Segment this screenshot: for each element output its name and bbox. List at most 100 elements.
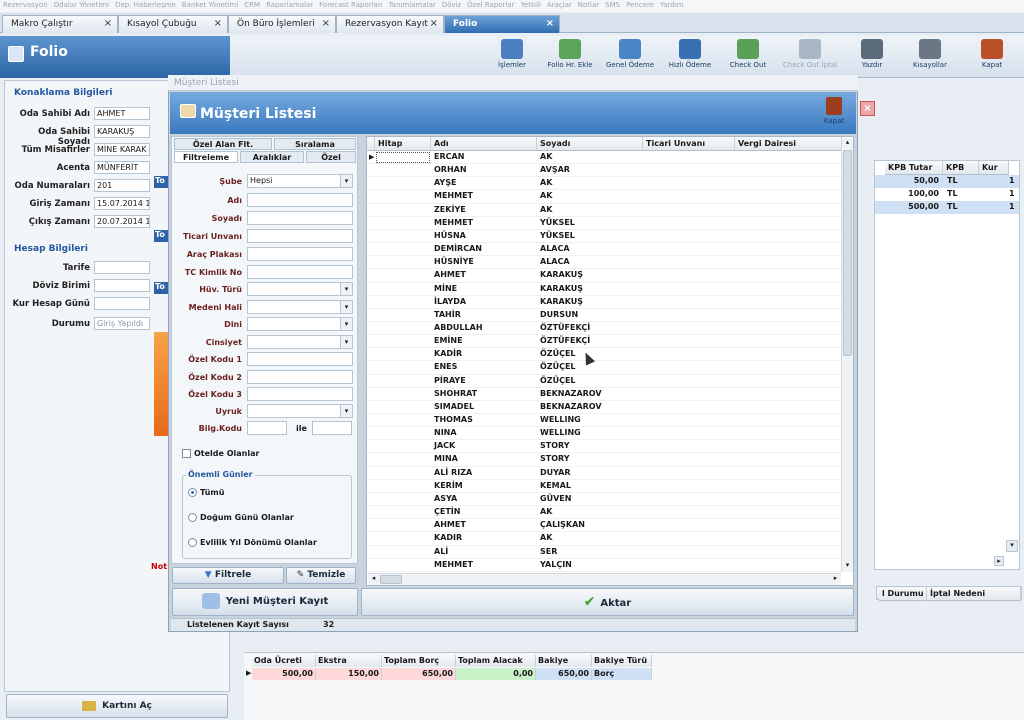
table-row[interactable]: MİNE KARAKUŞ: [367, 283, 842, 296]
scroll-down-icon[interactable]: ▾: [842, 561, 853, 572]
account-field-value[interactable]: Giriş Yapıldı: [94, 317, 150, 330]
bilg-code-from-input[interactable]: [247, 421, 287, 435]
vertical-scrollbar[interactable]: ▴ ▾: [841, 138, 853, 572]
active-cell[interactable]: [376, 152, 430, 163]
tab-custom-field-filter[interactable]: Özel Alan Flt.: [174, 138, 272, 150]
transfer-button[interactable]: ✔ Aktar: [361, 588, 854, 616]
field-value[interactable]: MÜNFERİT: [94, 161, 150, 174]
menu-item[interactable]: Odalar Yönetimi: [54, 0, 109, 11]
tab-on-buro[interactable]: Ön Büro İşlemleri ×: [228, 15, 336, 33]
table-row[interactable]: AYŞE AK: [367, 177, 842, 191]
totals-header[interactable]: Bakiye Türü: [592, 655, 652, 667]
close-icon[interactable]: ×: [546, 16, 554, 32]
field-value[interactable]: KARAKUŞ: [94, 125, 150, 138]
close-icon[interactable]: ×: [104, 16, 112, 32]
tab-folio[interactable]: Folio ×: [444, 15, 560, 33]
close-icon[interactable]: ×: [430, 16, 438, 32]
menu-item[interactable]: Döviz: [442, 0, 461, 11]
chevron-down-icon[interactable]: ▾: [340, 336, 352, 348]
menu-item[interactable]: Notlar: [578, 0, 599, 11]
table-row[interactable]: 100,00 TL 1: [875, 188, 1019, 201]
menu-item[interactable]: SMS: [605, 0, 620, 11]
scroll-right-icon[interactable]: ▸: [830, 574, 841, 582]
toolbar-button[interactable]: Folio Hr. Ekle: [540, 39, 600, 75]
toolbar-button[interactable]: Yazdır: [842, 39, 902, 75]
filter-dropdown[interactable]: ▾: [247, 335, 353, 349]
menu-item[interactable]: Raporlamalar: [266, 0, 313, 11]
field-value[interactable]: 201: [94, 179, 150, 192]
table-row[interactable]: HÜSNİYE ALACA: [367, 256, 842, 270]
account-field-value[interactable]: [94, 297, 150, 310]
filter-button[interactable]: ▼ Filtrele: [172, 567, 284, 584]
filter-dropdown[interactable]: ▾: [247, 317, 353, 331]
table-row[interactable]: MEHMET AK: [367, 190, 842, 204]
toolbar-button[interactable]: Kapat: [962, 39, 1022, 75]
tab-rezervasyon-kayit[interactable]: Rezervasyon Kayıt ×: [336, 15, 444, 33]
filter-input[interactable]: [247, 229, 353, 243]
table-row[interactable]: ENES ÖZÜÇEL: [367, 361, 842, 375]
table-row[interactable]: ABDULLAH ÖZTÜFEKÇİ: [367, 322, 842, 336]
toolbar-button[interactable]: Check Out İptal: [780, 39, 840, 75]
open-card-button[interactable]: Kartını Aç: [6, 694, 228, 718]
table-row[interactable]: MEHMET YÜKSEL: [367, 217, 842, 230]
menu-item[interactable]: Araçlar: [547, 0, 572, 11]
table-row[interactable]: SHOHRAT BEKNAZAROV: [367, 388, 842, 401]
menu-item[interactable]: Dep. Haberleşme: [115, 0, 176, 11]
filter-input[interactable]: [247, 247, 353, 261]
close-icon[interactable]: ×: [214, 16, 222, 32]
clear-button[interactable]: ✎ Temizle: [286, 567, 356, 584]
table-row[interactable]: 50,00 TL 1: [875, 175, 1019, 188]
horizontal-scrollbar[interactable]: ◂ ▸: [368, 573, 841, 585]
close-icon[interactable]: ×: [322, 16, 330, 32]
table-row[interactable]: ALİ RIZA DUYAR: [367, 467, 842, 480]
filter-input[interactable]: [247, 193, 353, 207]
table-row[interactable]: HÜSNA YÜKSEL: [367, 230, 842, 244]
h-scroll-thumb[interactable]: [380, 575, 402, 584]
totals-header[interactable]: Ekstra: [316, 655, 382, 667]
filter-dropdown[interactable]: ▾: [247, 282, 353, 296]
filter-input[interactable]: [247, 387, 353, 401]
scroll-down-icon[interactable]: ▾: [1006, 540, 1018, 552]
toolbar-button[interactable]: İşlemler: [482, 39, 542, 75]
chevron-down-icon[interactable]: ▾: [340, 301, 352, 313]
scroll-thumb[interactable]: [843, 150, 852, 356]
table-row[interactable]: THOMAS WELLING: [367, 414, 842, 428]
filter-input[interactable]: [247, 352, 353, 366]
toolbar-button[interactable]: Hızlı Ödeme: [660, 39, 720, 75]
menu-item[interactable]: Forecast Raporları: [319, 0, 383, 11]
chevron-down-icon[interactable]: ▾: [340, 175, 352, 187]
filter-dropdown[interactable]: ▾: [247, 404, 353, 418]
column-header-tax-office[interactable]: Vergi Dairesi: [735, 137, 842, 151]
table-row[interactable]: KERİM KEMAL: [367, 480, 842, 493]
chevron-down-icon[interactable]: ▾: [340, 405, 352, 417]
column-header[interactable]: l Durumu: [879, 587, 927, 601]
table-row[interactable]: ÇETİN AK: [367, 506, 842, 520]
column-header-company[interactable]: Ticari Unvanı: [643, 137, 735, 151]
table-row[interactable]: 500,00 TL 1: [875, 201, 1019, 214]
table-row[interactable]: ▶ ERCAN AK: [367, 151, 842, 165]
menu-item[interactable]: Yetkili: [521, 0, 541, 11]
menu-item[interactable]: Tanımlamalar: [389, 0, 436, 11]
column-header[interactable]: İptal Nedeni: [927, 587, 1021, 601]
totals-header[interactable]: Oda Ücreti: [252, 655, 316, 667]
filter-dropdown[interactable]: ▾: [247, 300, 353, 314]
radio-button[interactable]: [188, 538, 197, 547]
column-header-surname[interactable]: Soyadı: [537, 137, 643, 151]
filter-input[interactable]: [247, 265, 353, 279]
dialog-close-button[interactable]: Kapat: [820, 95, 848, 131]
column-header-hitap[interactable]: Hitap: [375, 137, 431, 151]
toolbar-button[interactable]: Check Out: [718, 39, 778, 75]
table-row[interactable]: DEMİRCAN ALACA: [367, 243, 842, 257]
table-row[interactable]: PİRAYE ÖZÜÇEL: [367, 375, 842, 388]
totals-header[interactable]: Toplam Alacak: [456, 655, 536, 667]
menu-item[interactable]: Pencere: [626, 0, 654, 11]
table-row[interactable]: KADİR ÖZÜÇEL: [367, 348, 842, 362]
radio-button[interactable]: [188, 488, 197, 497]
table-row[interactable]: ASYA GÜVEN: [367, 493, 842, 507]
close-icon[interactable]: ×: [860, 101, 875, 116]
account-field-value[interactable]: [94, 279, 150, 292]
field-value[interactable]: AHMET: [94, 107, 150, 120]
filter-input[interactable]: [247, 211, 353, 225]
tab-filtering[interactable]: Filtreleme: [174, 151, 238, 163]
tab-sorting[interactable]: Sıralama: [274, 138, 356, 150]
